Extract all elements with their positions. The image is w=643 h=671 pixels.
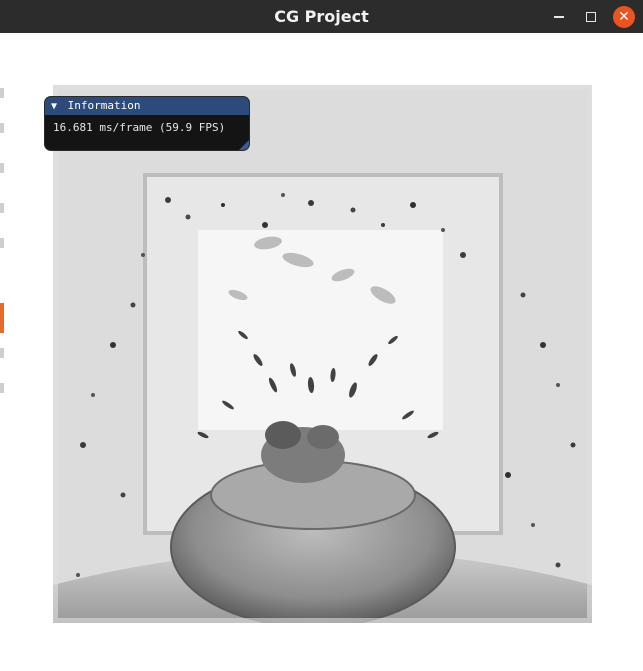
maximize-icon [586,12,596,22]
left-edge-mark [0,203,4,213]
window-title: CG Project [274,7,369,26]
core-blob [307,425,339,449]
fps-readout: 16.681 ms/frame (59.9 FPS) [53,121,226,134]
left-edge-mark [0,383,4,393]
volume-render [53,85,592,623]
close-button[interactable]: ✕ [613,6,635,28]
render-viewport[interactable] [53,85,592,623]
information-panel-title: Information [67,99,141,112]
information-panel[interactable]: ▼ Information 16.681 ms/frame (59.9 FPS) [45,97,249,150]
minimize-icon [554,16,564,18]
left-edge-strip [0,33,4,671]
collapse-triangle-icon[interactable]: ▼ [51,101,57,112]
left-edge-mark [0,348,4,358]
minimize-button[interactable] [548,6,570,28]
window-titlebar[interactable]: CG Project ✕ [0,0,643,33]
left-edge-mark [0,238,4,248]
core-blob [265,421,301,449]
left-edge-highlight [0,303,4,333]
information-panel-header[interactable]: ▼ Information [45,97,249,115]
left-edge-mark [0,163,4,173]
close-icon: ✕ [618,9,630,25]
inner-panel [198,230,443,430]
resize-grip-icon[interactable] [239,140,249,150]
maximize-button[interactable] [580,6,602,28]
left-edge-mark [0,123,4,133]
left-edge-mark [0,88,4,98]
